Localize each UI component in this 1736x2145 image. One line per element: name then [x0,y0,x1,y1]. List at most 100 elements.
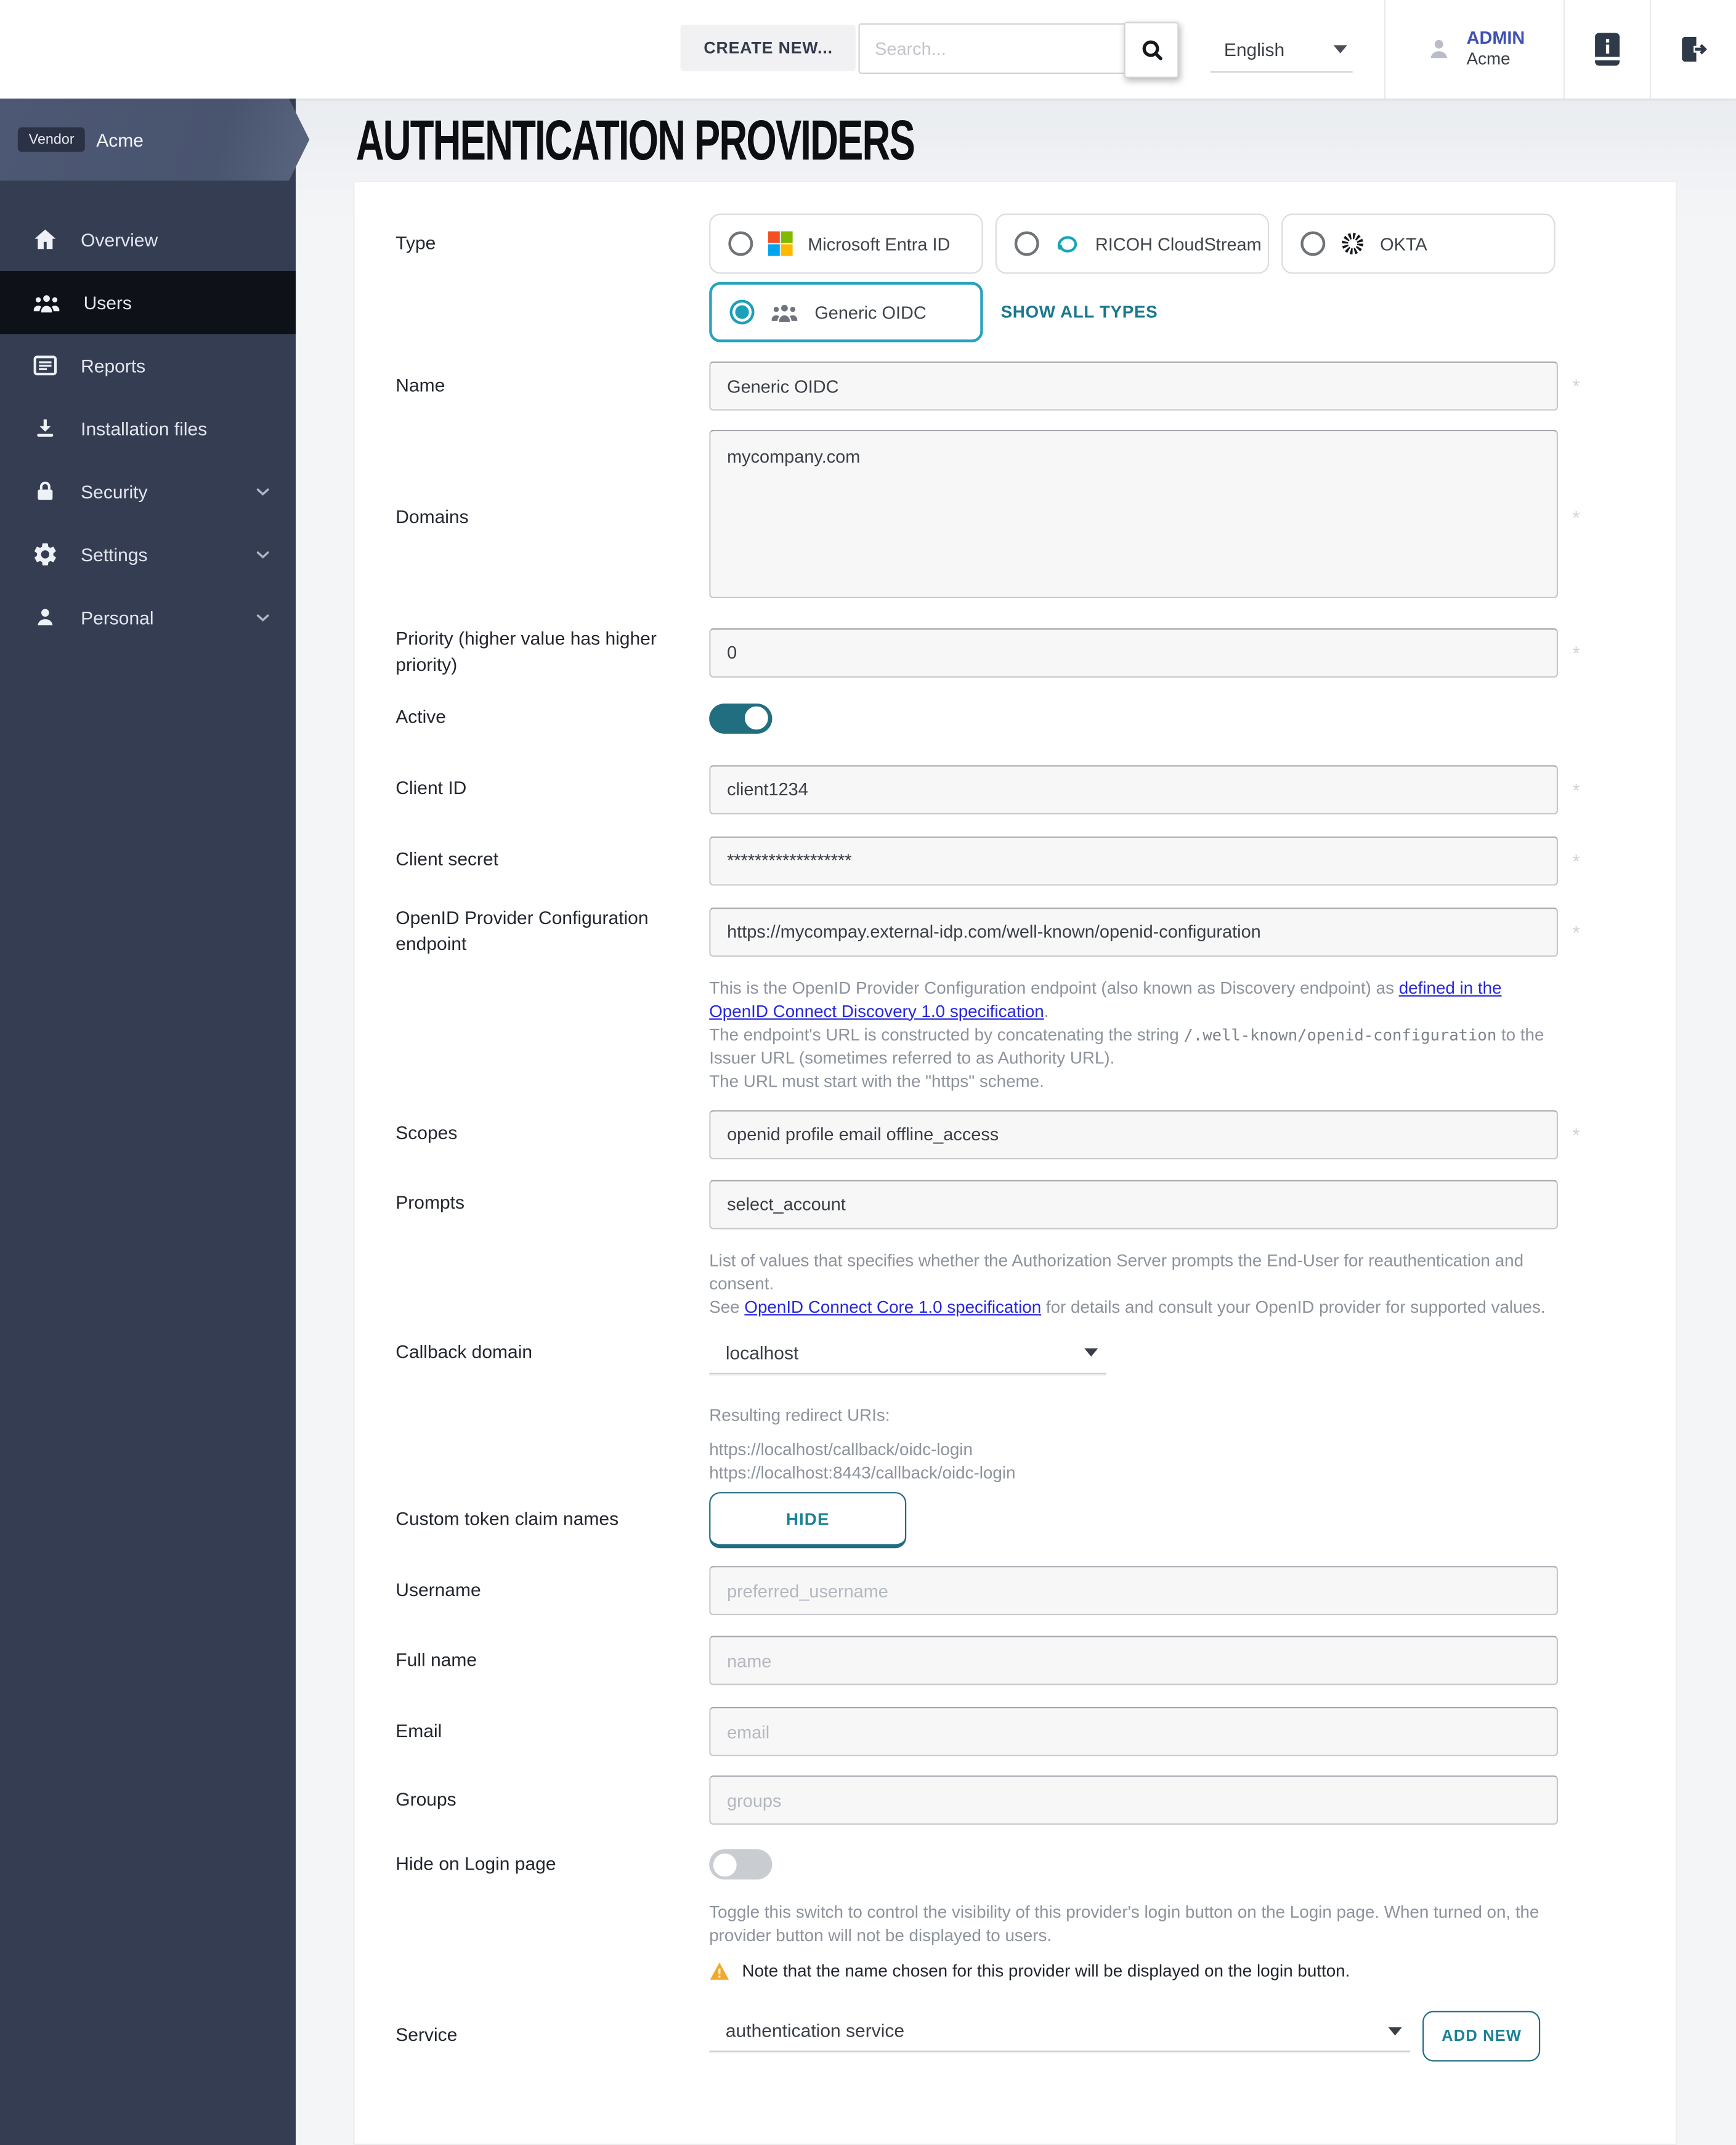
header-right: ADMIN Acme [1384,0,1736,99]
sidebar-item-overview[interactable]: Overview [0,208,296,271]
language-value: English [1224,39,1284,59]
user-org: Acme [1467,50,1525,71]
client-id-label: Client ID [395,777,709,803]
hide-on-login-toggle[interactable] [709,1850,772,1880]
client-secret-row: Client secret * [395,836,1603,885]
hide-button[interactable]: HIDE [709,1493,906,1549]
sidebar-item-settings[interactable]: Settings [0,523,296,586]
help-text: The endpoint's URL is constructed by con… [709,1024,1183,1044]
warning-icon [709,1962,729,1981]
sidebar-nav: Overview Users [0,180,296,649]
callback-domain-label: Callback domain [395,1340,709,1366]
warning-row: Note that the name chosen for this provi… [395,1962,1603,1981]
service-select[interactable]: authentication service [709,2011,1410,2053]
required-marker: * [1573,1123,1580,1145]
radio-checked-icon [730,300,755,325]
full-name-input[interactable] [709,1636,1558,1685]
reports-icon [31,352,59,379]
app-root: CREATE NEW... English [0,0,1736,2145]
vendor-badge: Vendor [18,128,86,152]
callback-domain-select[interactable]: localhost [709,1332,1106,1374]
custom-claims-row: Custom token claim names HIDE [395,1493,1603,1549]
required-marker: * [1573,849,1580,872]
microsoft-logo-icon [768,232,793,256]
help-text: The URL must start with the "https" sche… [709,1070,1558,1093]
gear-icon [31,541,59,568]
endpoint-row: OpenID Provider Configuration endpoint * [395,906,1603,958]
groups-label: Groups [395,1788,709,1814]
help-text: This is the OpenID Provider Configuratio… [709,978,1398,997]
search-input[interactable] [858,23,1125,74]
name-input[interactable] [709,362,1558,411]
prompts-help-text: List of values that specifies whether th… [709,1249,1558,1319]
priority-row: Priority (higher value has higher priori… [395,627,1603,679]
prompts-input[interactable] [709,1179,1558,1228]
sidebar-item-security[interactable]: Security [0,460,296,523]
name-row: Name * [395,362,1603,411]
core-spec-link[interactable]: OpenID Connect Core 1.0 specification [744,1297,1041,1316]
user-texts: ADMIN Acme [1467,28,1525,71]
scopes-row: Scopes * [395,1109,1603,1159]
sidebar-item-installation-files[interactable]: Installation files [0,397,296,460]
create-new-button[interactable]: CREATE NEW... [681,25,856,71]
email-label: Email [395,1719,709,1745]
active-toggle[interactable] [709,704,772,734]
username-label: Username [395,1578,709,1604]
sidebar-item-personal[interactable]: Personal [0,586,296,649]
sidebar-item-label: Security [81,481,147,501]
search-button[interactable] [1124,22,1179,78]
page-title: AUTHENTICATION PROVIDERS [356,110,914,175]
active-row: Active [395,704,1603,734]
required-marker: * [1573,375,1580,397]
type-label: Type [395,231,709,257]
chevron-down-icon [252,480,274,503]
username-input[interactable] [709,1567,1558,1616]
endpoint-input[interactable] [709,907,1558,957]
email-input[interactable] [709,1708,1558,1757]
radio-icon [1015,232,1039,256]
type-option-ricoh-cloudstream[interactable]: RICOH CloudStream [996,214,1269,274]
client-secret-input[interactable] [709,836,1558,885]
groups-row: Groups [395,1776,1603,1825]
type-option-generic-oidc[interactable]: Generic OIDC [709,282,983,343]
logout-button[interactable] [1650,0,1736,99]
type-option-okta[interactable]: OKTA [1281,214,1555,274]
service-label: Service [395,2024,709,2050]
sidebar-item-users[interactable]: Users [0,271,296,334]
language-select[interactable]: English [1211,27,1353,72]
chevron-down-icon [1334,45,1347,53]
domains-textarea[interactable]: mycompany.com [709,430,1558,598]
domains-label: Domains [395,505,709,530]
redirect-uri: https://localhost:8443/callback/oidc-log… [709,1462,1558,1485]
help-text: List of values that specifies whether th… [709,1249,1558,1296]
sidebar-item-label: Installation files [81,418,207,439]
type-option-microsoft-entra-id[interactable]: Microsoft Entra ID [709,214,983,274]
show-all-types-link[interactable]: SHOW ALL TYPES [1001,302,1158,322]
type-row-2: Generic OIDC SHOW ALL TYPES [395,282,1603,343]
scopes-input[interactable] [709,1109,1558,1159]
help-text: . [1044,1002,1049,1021]
callback-domain-value: localhost [726,1342,798,1363]
client-id-input[interactable] [709,765,1558,814]
prompts-help-row: List of values that specifies whether th… [395,1249,1603,1319]
endpoint-help-text: This is the OpenID Provider Configuratio… [709,977,1558,1093]
prompts-row: Prompts [395,1179,1603,1228]
email-row: Email [395,1708,1603,1757]
type-option-label: Microsoft Entra ID [808,233,950,254]
sidebar-item-reports[interactable]: Reports [0,334,296,397]
user-menu[interactable]: ADMIN Acme [1384,0,1564,99]
groups-input[interactable] [709,1776,1558,1825]
redirect-uris-block: Resulting redirect URIs: https://localho… [709,1404,1558,1485]
form-card: Type [353,180,1677,2145]
main-content: AUTHENTICATION PROVIDERS Type [296,99,1736,2145]
documentation-button[interactable] [1564,0,1650,99]
warning-text: Note that the name chosen for this provi… [742,1962,1350,1981]
full-name-label: Full name [395,1648,709,1674]
user-avatar-icon [1424,34,1454,65]
hide-on-login-row: Hide on Login page [395,1850,1603,1880]
type-option-label: OKTA [1380,233,1427,254]
priority-input[interactable] [709,628,1558,678]
priority-label: Priority (higher value has higher priori… [395,627,709,679]
add-new-button[interactable]: ADD NEW [1422,2011,1541,2062]
code-snippet: /.well-known/openid-configuration [1183,1024,1496,1044]
